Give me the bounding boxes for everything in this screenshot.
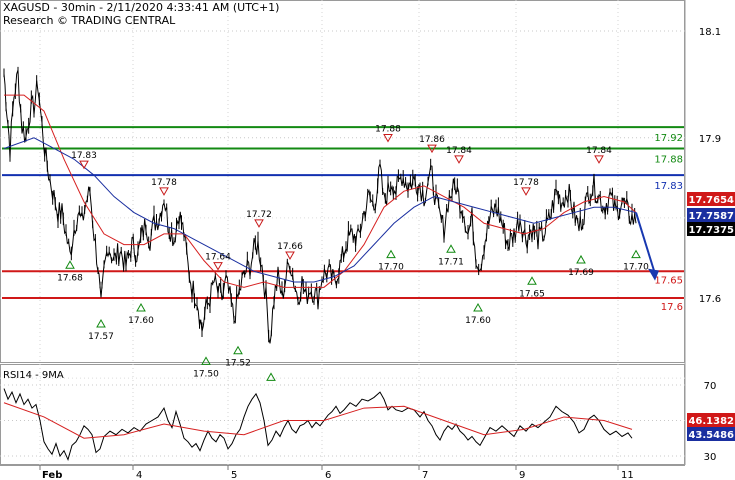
price-tag-label: 17.7654 xyxy=(688,195,734,206)
level-label: 17.6 xyxy=(661,302,683,313)
trough-label: 17.68 xyxy=(57,273,83,283)
price-panel xyxy=(0,0,685,363)
peak-label: 17.84 xyxy=(586,146,612,156)
time-tick-label: 7 xyxy=(422,470,428,480)
price-tick-label: 18.1 xyxy=(699,27,721,38)
trough-label: 17.65 xyxy=(519,289,545,299)
trough-label: 17.60 xyxy=(128,316,154,326)
peak-label: 17.66 xyxy=(277,242,303,252)
price-tick-label: 17.6 xyxy=(699,294,721,305)
time-tick-label: 9 xyxy=(519,470,525,480)
trough-label: 17.50 xyxy=(193,369,219,379)
trough-label: 17.71 xyxy=(438,257,464,267)
trough-label: 17.69 xyxy=(568,268,594,278)
peak-label: 17.88 xyxy=(375,124,401,134)
peak-label: 17.64 xyxy=(205,253,231,263)
peak-label: 17.86 xyxy=(419,135,445,145)
time-tick-label: Feb xyxy=(42,470,62,480)
peak-label: 17.78 xyxy=(513,178,539,188)
level-label: 17.92 xyxy=(654,133,683,144)
rsi-tick-label: 30 xyxy=(704,452,717,463)
trough-label: 17.57 xyxy=(88,332,114,342)
level-label: 17.88 xyxy=(654,154,683,165)
time-tick-label: 4 xyxy=(136,470,142,480)
level-label: 17.65 xyxy=(654,275,683,286)
trough-label: 17.52 xyxy=(225,359,251,369)
trough-label: 17.70 xyxy=(378,263,404,273)
price-tick-label: 17.9 xyxy=(699,134,721,145)
rsi-tag-label: 46.1382 xyxy=(688,416,734,427)
chart-title: XAGUSD - 30min - 2/11/2020 4:33:41 AM (U… xyxy=(3,1,279,14)
price-tag-label: 17.7587 xyxy=(688,211,734,222)
rsi-title: RSI14 - 9MA xyxy=(3,370,64,381)
peak-label: 17.78 xyxy=(151,178,177,188)
time-tick-label: 6 xyxy=(325,470,331,480)
time-tick-label: 5 xyxy=(231,470,237,480)
rsi-tick-label: 70 xyxy=(704,381,717,392)
peak-label: 17.83 xyxy=(71,151,97,161)
trough-label: 17.70 xyxy=(623,263,649,273)
level-label: 17.83 xyxy=(654,181,683,192)
price-chart: 17.9217.8817.8317.6517.6 17.8317.7817.64… xyxy=(0,0,735,480)
rsi-tag-label: 43.5486 xyxy=(688,430,734,441)
time-tick-label: 11 xyxy=(621,470,634,480)
peak-label: 17.84 xyxy=(446,146,472,156)
price-tags: 17.7654 17.7587 17.7375 46.1382 43.5486 xyxy=(687,192,735,441)
price-tag-label: 17.7375 xyxy=(688,225,734,236)
trough-label: 17.60 xyxy=(465,316,491,326)
chart-credit: Research © TRADING CENTRAL xyxy=(3,14,176,27)
peak-label: 17.72 xyxy=(246,210,272,220)
